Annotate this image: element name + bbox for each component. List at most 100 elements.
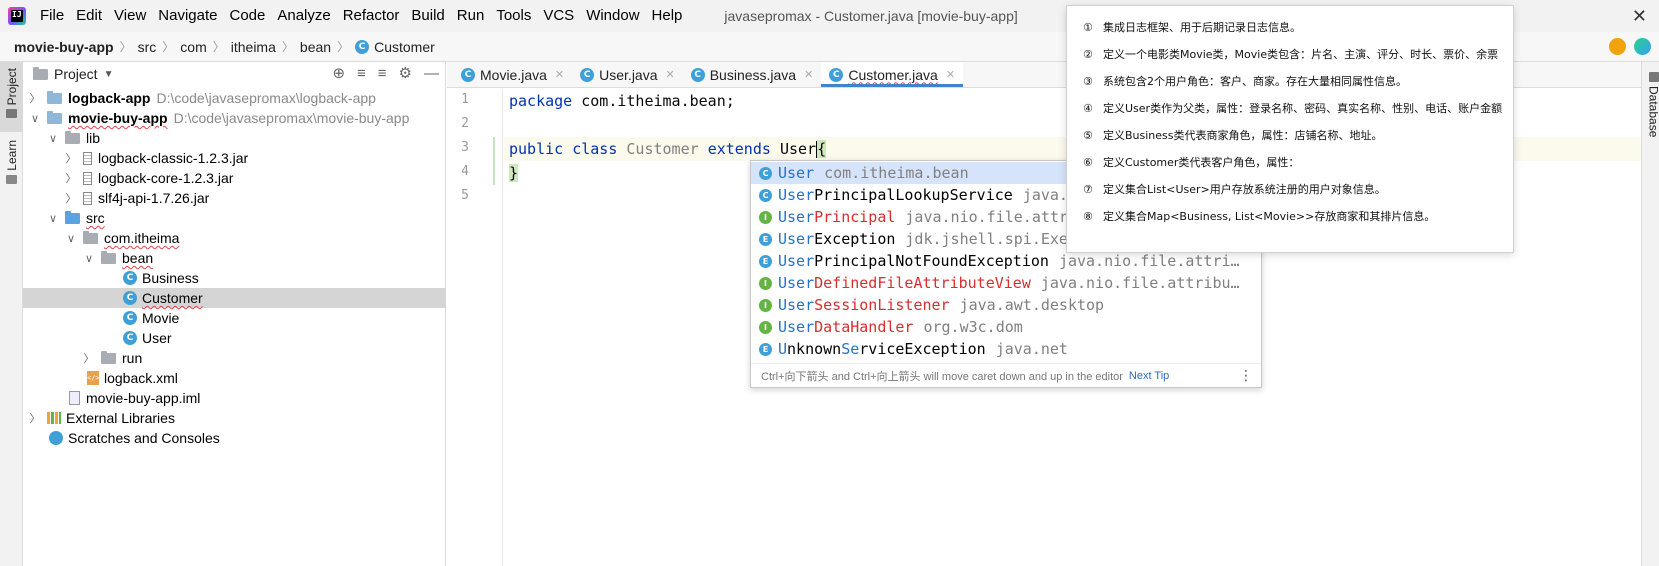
vcs-change-marker	[493, 137, 495, 185]
tree-item-movie-buy-app[interactable]: ∨ movie-buy-app D:\code\javasepromax\mov…	[23, 108, 446, 128]
project-view-title[interactable]: Project	[54, 66, 98, 82]
chevron-down-icon[interactable]: ∨	[83, 252, 95, 265]
chevron-right-icon[interactable]: 〉	[65, 150, 77, 166]
menu-file[interactable]: File	[34, 0, 70, 32]
gear-icon[interactable]: ⚙	[399, 65, 412, 83]
menu-view[interactable]: View	[108, 0, 152, 32]
tool-tab-database[interactable]: Database	[1642, 68, 1659, 148]
class-icon: C	[690, 67, 705, 82]
completion-item[interactable]: E User PrincipalNotFoundException java.ni…	[751, 250, 1261, 272]
breadcrumb-com[interactable]: com	[180, 39, 206, 55]
update-icon[interactable]	[1609, 38, 1626, 55]
completion-item[interactable]: E Unknown Se rviceException java.net	[751, 338, 1261, 360]
chevron-right-icon[interactable]: 〉	[65, 190, 77, 206]
tree-item-logback-core-jar[interactable]: 〉 logback-core-1.2.3.jar	[23, 168, 446, 188]
menu-refactor[interactable]: Refactor	[337, 0, 406, 32]
breadcrumb-src[interactable]: src	[138, 39, 157, 55]
close-tab-icon[interactable]: ✕	[666, 68, 675, 81]
keyword-token: package	[509, 92, 573, 110]
collapse-all-icon[interactable]: ≡	[378, 65, 387, 83]
more-options-icon[interactable]: ⋮	[1239, 367, 1253, 384]
tool-tab-learn[interactable]: Learn	[0, 136, 23, 192]
completion-item[interactable]: I User SessionListener java.awt.desktop	[751, 294, 1261, 316]
chevron-down-icon[interactable]: ▼	[104, 69, 114, 80]
tree-item-slf4j-jar[interactable]: 〉 slf4j-api-1.7.26.jar	[23, 188, 446, 208]
tree-item-logback-app[interactable]: 〉 logback-app D:\code\javasepromax\logba…	[23, 88, 446, 108]
close-tab-icon[interactable]: ✕	[804, 68, 813, 81]
breadcrumb-bean[interactable]: bean	[300, 39, 331, 55]
completion-footer: Ctrl+向下箭头 and Ctrl+向上箭头 will move caret …	[751, 363, 1261, 387]
note-text: 定义User类作为父类，属性：登录名称、密码、真实名称、性别、电话、账户金额	[1103, 102, 1503, 115]
tree-item-customer[interactable]: C Customer	[23, 288, 446, 308]
tool-tab-project-label: Project	[4, 68, 19, 106]
tab-customer-java[interactable]: C Customer.java ✕	[821, 62, 964, 87]
class-icon: C	[123, 331, 137, 345]
breadcrumb-separator: 〉	[162, 40, 175, 54]
tab-business-java[interactable]: C Business.java ✕	[683, 62, 822, 87]
completion-item[interactable]: I User DefinedFileAttributeView java.nio.…	[751, 272, 1261, 294]
locate-icon[interactable]: ⊕	[332, 65, 345, 83]
chevron-down-icon[interactable]: ∨	[47, 212, 59, 225]
toolbox-icon[interactable]	[1634, 38, 1651, 55]
tree-item-label: Customer	[142, 290, 203, 306]
tree-item-scratches[interactable]: Scratches and Consoles	[23, 428, 446, 448]
tree-item-iml[interactable]: movie-buy-app.iml	[23, 388, 446, 408]
expand-all-icon[interactable]: ≡	[357, 65, 366, 83]
tool-tab-project[interactable]: Project	[0, 62, 23, 132]
menu-run[interactable]: Run	[451, 0, 491, 32]
completion-match: Se	[841, 340, 860, 358]
chevron-right-icon[interactable]: 〉	[83, 350, 95, 366]
tree-item-logback-xml[interactable]: </> logback.xml	[23, 368, 446, 388]
tree-item-user[interactable]: C User	[23, 328, 446, 348]
breadcrumb-customer[interactable]: C Customer	[355, 39, 435, 55]
tree-item-src[interactable]: ∨ src	[23, 208, 446, 228]
tree-item-path: D:\code\javasepromax\movie-buy-app	[173, 110, 410, 126]
menu-build[interactable]: Build	[405, 0, 450, 32]
tab-user-java[interactable]: C User.java ✕	[572, 62, 683, 87]
chevron-down-icon[interactable]: ∨	[65, 232, 77, 245]
completion-item[interactable]: I User DataHandler org.w3c.dom	[751, 316, 1261, 338]
tree-item-com-itheima[interactable]: ∨ com.itheima	[23, 228, 446, 248]
chevron-right-icon[interactable]: 〉	[29, 410, 41, 426]
module-file-icon	[69, 391, 80, 405]
next-tip-link[interactable]: Next Tip	[1129, 370, 1169, 382]
note-item: ⑤ 定义Business类代表商家角色，属性：店铺名称、地址。	[1083, 127, 1383, 143]
tree-item-business[interactable]: C Business	[23, 268, 446, 288]
tree-item-external-libraries[interactable]: 〉 External Libraries	[23, 408, 446, 428]
note-item: ⑥ 定义Customer类代表客户角色，属性：	[1083, 154, 1299, 170]
chevron-down-icon[interactable]: ∨	[47, 132, 59, 145]
chevron-down-icon[interactable]: ∨	[29, 112, 41, 125]
tool-tab-database-label: Database	[1646, 86, 1659, 138]
menu-navigate[interactable]: Navigate	[152, 0, 223, 32]
tree-item-lib[interactable]: ∨ lib	[23, 128, 446, 148]
chevron-right-icon[interactable]: 〉	[65, 170, 77, 186]
completion-name: nknown	[787, 340, 842, 358]
menu-window[interactable]: Window	[580, 0, 645, 32]
completion-package: org.w3c.dom	[923, 318, 1023, 336]
menu-vcs[interactable]: VCS	[537, 0, 580, 32]
close-tab-icon[interactable]: ✕	[946, 68, 955, 81]
menu-analyze[interactable]: Analyze	[271, 0, 336, 32]
tree-item-label: logback-classic-1.2.3.jar	[98, 150, 249, 166]
menu-tools[interactable]: Tools	[490, 0, 537, 32]
note-text: 定义Business类代表商家角色，属性：店铺名称、地址。	[1103, 129, 1383, 142]
menu-code[interactable]: Code	[223, 0, 271, 32]
breadcrumb-separator: 〉	[281, 40, 294, 54]
folder-icon	[65, 130, 80, 144]
breadcrumb-itheima[interactable]: itheima	[231, 39, 276, 55]
tab-movie-java[interactable]: C Movie.java ✕	[453, 62, 572, 87]
breadcrumb-project[interactable]: movie-buy-app	[14, 39, 114, 55]
tree-item-logback-classic-jar[interactable]: 〉 logback-classic-1.2.3.jar	[23, 148, 446, 168]
breadcrumb-customer-label: Customer	[374, 38, 435, 55]
tree-item-label: run	[122, 350, 143, 366]
hide-panel-icon[interactable]: —	[424, 65, 439, 83]
tree-item-bean[interactable]: ∨ bean	[23, 248, 446, 268]
close-tab-icon[interactable]: ✕	[555, 68, 564, 81]
completion-name: Exception	[814, 230, 896, 248]
menu-help[interactable]: Help	[646, 0, 689, 32]
chevron-right-icon[interactable]: 〉	[29, 90, 41, 106]
tree-item-run[interactable]: 〉 run	[23, 348, 446, 368]
close-window-icon[interactable]: ✕	[1632, 6, 1647, 26]
menu-edit[interactable]: Edit	[70, 0, 108, 32]
tree-item-movie[interactable]: C Movie	[23, 308, 446, 328]
